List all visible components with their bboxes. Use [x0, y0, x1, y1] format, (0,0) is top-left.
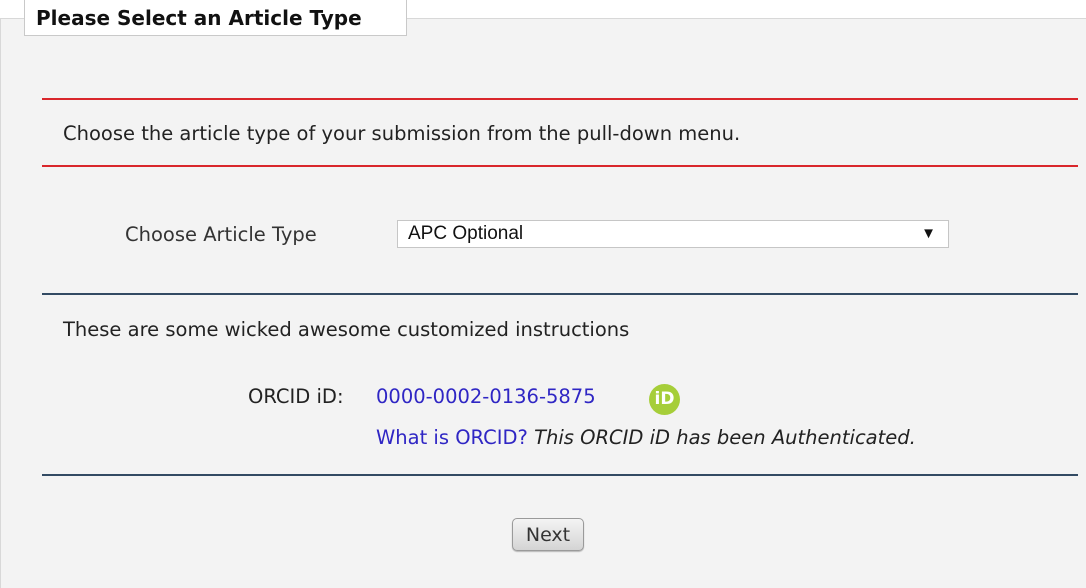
article-type-selected-value: APC Optional [408, 223, 524, 244]
article-type-label: Choose Article Type [125, 223, 317, 246]
divider-top-red [42, 98, 1078, 100]
next-button[interactable]: Next [512, 518, 584, 551]
orcid-label: ORCID iD: [248, 385, 344, 408]
divider-red [42, 165, 1078, 167]
orcid-logo-icon[interactable]: iD [649, 384, 680, 415]
panel-title: Please Select an Article Type [24, 0, 407, 36]
divider-navy-bottom [42, 474, 1078, 476]
article-type-panel [0, 18, 1086, 588]
article-type-select[interactable]: APC Optional ▼ [397, 220, 949, 248]
intro-text: Choose the article type of your submissi… [63, 122, 741, 145]
instructions-text: These are some wicked awesome customized… [63, 318, 630, 341]
dropdown-arrow-icon: ▼ [921, 225, 936, 242]
divider-navy [42, 293, 1078, 295]
what-is-orcid-link[interactable]: What is ORCID? [376, 426, 528, 449]
orcid-id-link[interactable]: 0000-0002-0136-5875 [376, 385, 596, 408]
orcid-auth-status: This ORCID iD has been Authenticated. [534, 426, 916, 449]
